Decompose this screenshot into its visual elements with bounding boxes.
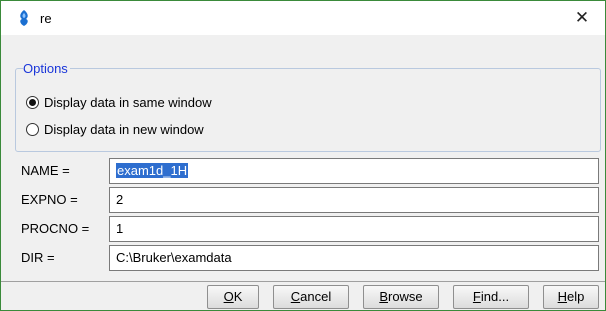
close-icon: ✕ [574, 8, 590, 27]
browse-label: rowse [387, 289, 423, 304]
radio-same-window-label: Display data in same window [44, 95, 212, 110]
dir-label: DIR = [21, 250, 55, 265]
help-button[interactable]: Help [543, 285, 599, 309]
options-group [15, 68, 601, 152]
browse-mnemonic: B [379, 289, 388, 304]
find-mnemonic: F [472, 289, 481, 304]
find-button[interactable]: Find... [453, 285, 529, 309]
radio-same-window[interactable]: Display data in same window [26, 95, 212, 110]
procno-input[interactable]: 1 [109, 216, 599, 242]
dir-input[interactable]: C:\Bruker\examdata [109, 245, 599, 271]
cancel-mnemonic: C [290, 289, 301, 304]
cancel-label: ancel [300, 289, 332, 304]
bruker-logo-icon [16, 9, 32, 27]
dialog-window: re ✕ Options Display data in same window… [0, 0, 606, 311]
radio-new-window[interactable]: Display data in new window [26, 122, 204, 137]
ok-button[interactable]: OK [207, 285, 259, 309]
ok-mnemonic: O [223, 289, 234, 304]
name-input[interactable]: exam1d_1H [109, 158, 599, 184]
browse-button[interactable]: Browse [363, 285, 439, 309]
procno-row: PROCNO = 1 [15, 216, 599, 242]
window-title: re [40, 11, 52, 26]
name-row: NAME = exam1d_1H [15, 158, 599, 184]
dir-row: DIR = C:\Bruker\examdata [15, 245, 599, 271]
radio-button-checked[interactable] [26, 96, 39, 109]
procno-label: PROCNO = [21, 221, 90, 236]
options-legend: Options [23, 61, 70, 76]
title-bar: re ✕ [1, 1, 605, 35]
close-button[interactable]: ✕ [559, 1, 605, 35]
help-label: elp [567, 289, 585, 304]
name-value: exam1d_1H [116, 163, 189, 178]
expno-row: EXPNO = 2 [15, 187, 599, 213]
ok-label: K [233, 289, 243, 304]
cancel-button[interactable]: Cancel [273, 285, 349, 309]
help-mnemonic: H [557, 289, 568, 304]
find-label: ind... [480, 289, 510, 304]
radio-button-unchecked[interactable] [26, 123, 39, 136]
radio-new-window-label: Display data in new window [44, 122, 204, 137]
expno-input[interactable]: 2 [109, 187, 599, 213]
name-label: NAME = [21, 163, 70, 178]
expno-label: EXPNO = [21, 192, 78, 207]
